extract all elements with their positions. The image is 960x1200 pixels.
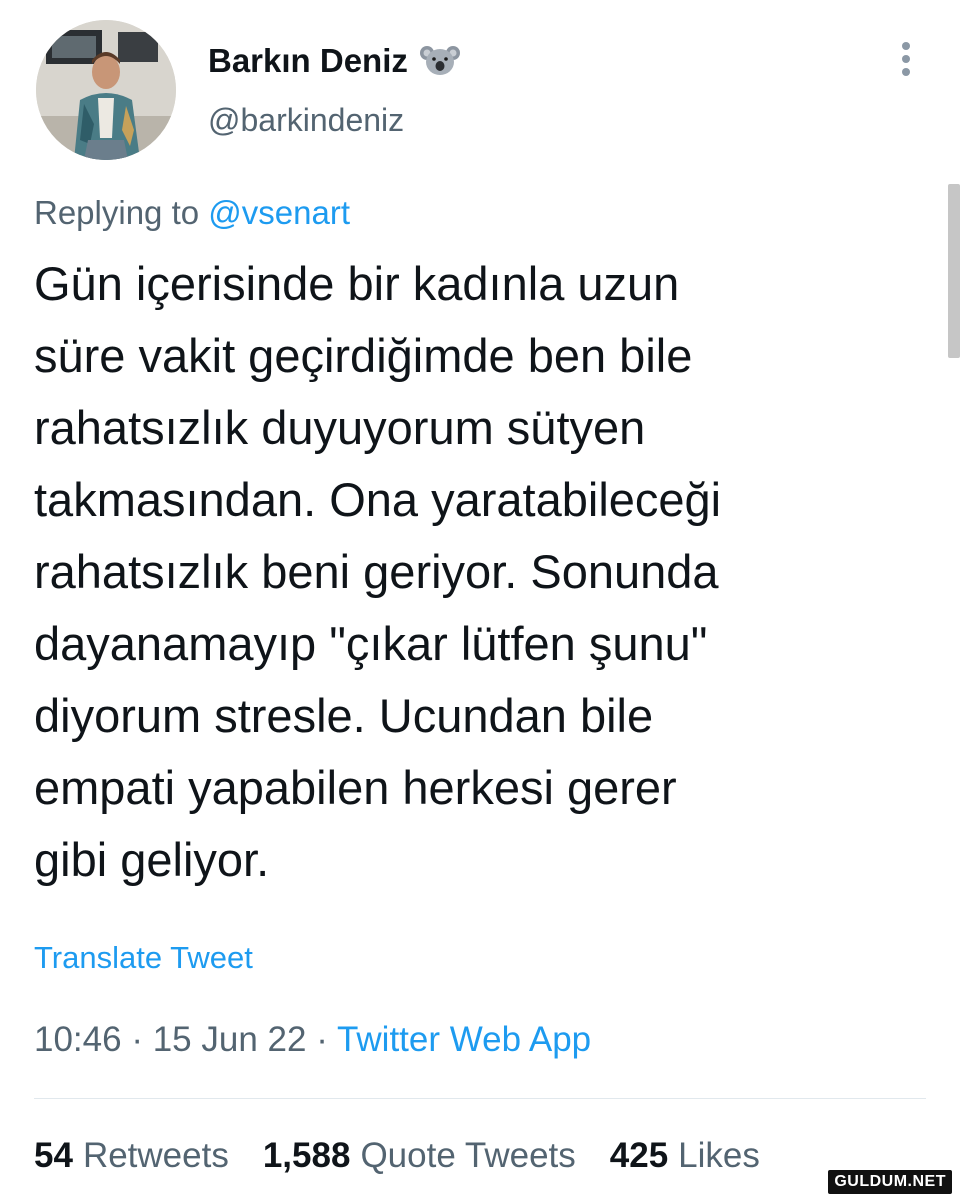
tweet-text-line: rahatsızlık beni geriyor. Sonunda bbox=[34, 545, 719, 598]
watermark: GULDUM.NET bbox=[828, 1170, 952, 1194]
retweets-stat[interactable]: 54 Retweets bbox=[34, 1136, 229, 1176]
likes-count: 425 bbox=[609, 1136, 669, 1175]
quote-tweets-stat[interactable]: 1,588 Quote Tweets bbox=[263, 1136, 576, 1176]
replying-to: Replying to @vsenart bbox=[34, 194, 350, 232]
more-options-icon[interactable] bbox=[896, 40, 916, 80]
tweet-text-line: diyorum stresle. Ucundan bile bbox=[34, 689, 654, 742]
tweet-source-link[interactable]: Twitter Web App bbox=[337, 1020, 591, 1059]
avatar[interactable] bbox=[36, 20, 176, 160]
replying-to-prefix: Replying to bbox=[34, 194, 200, 231]
tweet-text: Gün içerisinde bir kadınla uzun süre vak… bbox=[34, 248, 924, 896]
quote-tweets-count: 1,588 bbox=[262, 1136, 351, 1175]
tweet-detail-page: Barkın Deniz @barkindeniz Replying to @v… bbox=[0, 0, 960, 1200]
retweets-label: Retweets bbox=[82, 1136, 229, 1175]
scrollbar-thumb[interactable] bbox=[948, 184, 960, 358]
tweet-text-line: Gün içerisinde bir kadınla uzun bbox=[34, 257, 680, 310]
tweet-text-line: empati yapabilen herkesi gerer bbox=[34, 761, 677, 814]
divider bbox=[34, 1098, 926, 1099]
tweet-text-line: takmasından. Ona yaratabileceği bbox=[34, 473, 722, 526]
reply-target-link[interactable]: @vsenart bbox=[208, 194, 350, 231]
author-display-name-row[interactable]: Barkın Deniz bbox=[208, 42, 460, 80]
author-display-name[interactable]: Barkın Deniz bbox=[208, 42, 408, 80]
tweet-meta: 10:46 · 15 Jun 22 · Twitter Web App bbox=[34, 1020, 591, 1060]
meta-separator: · bbox=[131, 1020, 143, 1059]
likes-label: Likes bbox=[678, 1136, 760, 1175]
tweet-text-line: gibi geliyor. bbox=[34, 833, 270, 886]
tweet-text-line: süre vakit geçirdiğimde ben bile bbox=[34, 329, 693, 382]
tweet-time[interactable]: 10:46 bbox=[34, 1020, 122, 1059]
retweets-count: 54 bbox=[34, 1136, 73, 1175]
koala-emoji-icon bbox=[419, 43, 460, 79]
author-handle[interactable]: @barkindeniz bbox=[208, 102, 404, 139]
tweet-text-line: rahatsızlık duyuyorum sütyen bbox=[34, 401, 646, 454]
translate-tweet-link[interactable]: Translate Tweet bbox=[34, 940, 253, 976]
quote-tweets-label: Quote Tweets bbox=[360, 1136, 576, 1175]
meta-separator: · bbox=[316, 1020, 328, 1059]
tweet-stats: 54 Retweets 1,588 Quote Tweets 425 Likes bbox=[34, 1136, 760, 1176]
likes-stat[interactable]: 425 Likes bbox=[610, 1136, 760, 1176]
tweet-date[interactable]: 15 Jun 22 bbox=[153, 1020, 307, 1059]
avatar-photo bbox=[36, 20, 176, 160]
tweet-text-line: dayanamayıp "çıkar lütfen şunu" bbox=[34, 617, 708, 670]
